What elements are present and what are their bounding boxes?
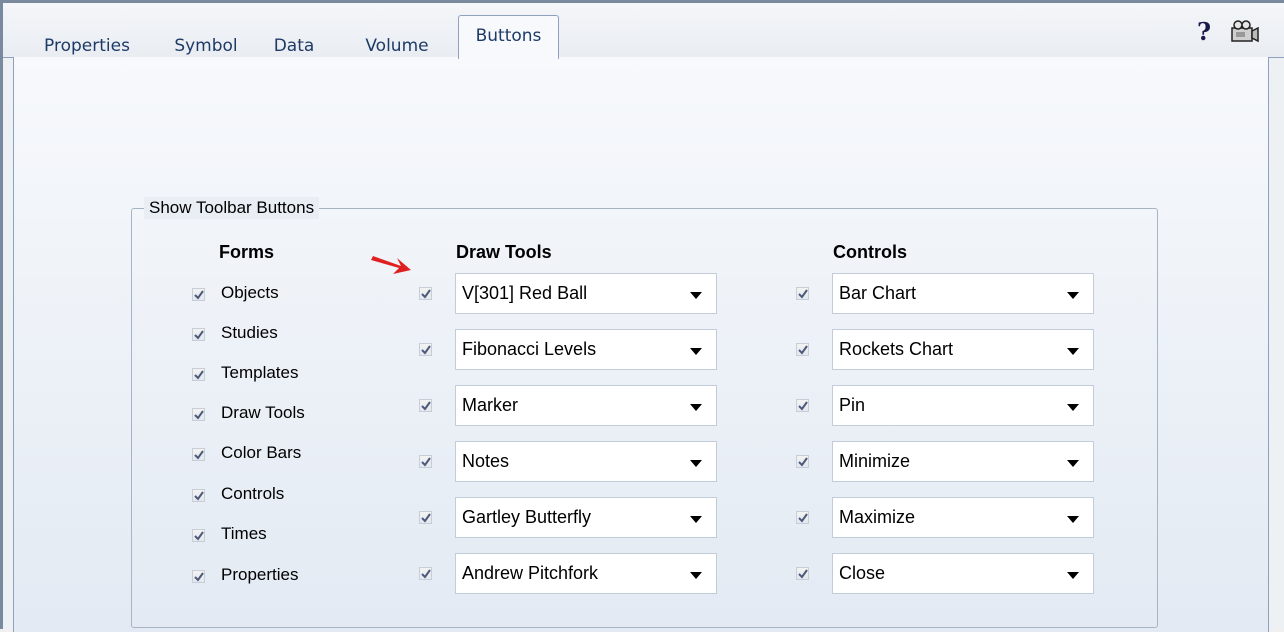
control-dropdown-value: Minimize	[839, 451, 911, 471]
draw-tool-dropdown[interactable]: Andrew Pitchfork	[455, 553, 717, 594]
forms-checkbox[interactable]	[192, 529, 205, 542]
forms-item-label: Studies	[221, 323, 278, 342]
draw-tool-dropdown-value: Gartley Butterfly	[462, 507, 592, 527]
draw-tool-checkbox[interactable]	[419, 399, 432, 412]
tab-buttons[interactable]: Buttons	[458, 15, 559, 59]
forms-checkbox[interactable]	[192, 328, 205, 341]
draw-tool-dropdown[interactable]: V[301] Red Ball	[455, 273, 717, 314]
control-checkbox[interactable]	[796, 399, 809, 412]
draw-tool-checkbox[interactable]	[419, 455, 432, 468]
dropdown-arrow-icon[interactable]	[690, 572, 702, 579]
forms-header: Forms	[219, 242, 275, 262]
forms-checkbox[interactable]	[192, 408, 205, 421]
forms-item-label: Templates	[221, 363, 299, 382]
forms-checkbox[interactable]	[192, 489, 205, 502]
properties-window: Properties Symbol Data Volume Buttons ? …	[0, 0, 1284, 632]
dropdown-arrow-icon[interactable]	[690, 292, 702, 299]
draw-tool-dropdown[interactable]: Fibonacci Levels	[455, 329, 717, 370]
forms-checkbox[interactable]	[192, 448, 205, 461]
draw-tool-checkbox[interactable]	[419, 511, 432, 524]
control-dropdown[interactable]: Pin	[832, 385, 1094, 426]
forms-item-label: Draw Tools	[221, 403, 305, 422]
control-dropdown-value: Close	[839, 563, 886, 583]
dropdown-arrow-icon[interactable]	[1067, 460, 1079, 467]
draw-tool-dropdown-value: Fibonacci Levels	[462, 339, 597, 359]
control-dropdown[interactable]: Minimize	[832, 441, 1094, 482]
control-dropdown-value: Rockets Chart	[839, 339, 954, 359]
controls-header: Controls	[833, 242, 907, 262]
forms-item-label: Color Bars	[221, 443, 302, 462]
draw-tool-dropdown-value: Marker	[462, 395, 519, 415]
tab-properties[interactable]: Properties	[22, 21, 152, 57]
control-checkbox[interactable]	[796, 287, 809, 300]
dropdown-arrow-icon[interactable]	[1067, 348, 1079, 355]
control-dropdown[interactable]: Close	[832, 553, 1094, 594]
tab-data[interactable]: Data	[268, 21, 320, 57]
control-checkbox[interactable]	[796, 455, 809, 468]
dropdown-arrow-icon[interactable]	[1067, 516, 1079, 523]
draw-tools-header: Draw Tools	[456, 242, 552, 262]
draw-tool-dropdown[interactable]: Gartley Butterfly	[455, 497, 717, 538]
draw-tool-checkbox[interactable]	[419, 287, 432, 300]
forms-item-label: Objects	[221, 283, 279, 302]
dropdown-arrow-icon[interactable]	[690, 404, 702, 411]
dropdown-arrow-icon[interactable]	[1067, 292, 1079, 299]
draw-tool-checkbox[interactable]	[419, 567, 432, 580]
camera-icon[interactable]	[1230, 19, 1260, 50]
draw-tool-dropdown-value: Andrew Pitchfork	[462, 563, 599, 583]
draw-tool-dropdown[interactable]: Marker	[455, 385, 717, 426]
dropdown-arrow-icon[interactable]	[1067, 572, 1079, 579]
forms-checkbox[interactable]	[192, 368, 205, 381]
control-dropdown-value: Bar Chart	[839, 283, 917, 303]
draw-tool-checkbox[interactable]	[419, 343, 432, 356]
tab-symbol[interactable]: Symbol	[163, 21, 249, 57]
help-icon[interactable]: ?	[1197, 17, 1211, 46]
control-dropdown[interactable]: Bar Chart	[832, 273, 1094, 314]
forms-checkbox[interactable]	[192, 288, 205, 301]
draw-tool-dropdown[interactable]: Notes	[455, 441, 717, 482]
forms-checkbox[interactable]	[192, 570, 205, 583]
group-title: Show Toolbar Buttons	[144, 197, 320, 219]
control-checkbox[interactable]	[796, 511, 809, 524]
dropdown-arrow-icon[interactable]	[690, 516, 702, 523]
draw-tool-dropdown-value: Notes	[462, 451, 510, 471]
dropdown-arrow-icon[interactable]	[690, 348, 702, 355]
control-dropdown-value: Maximize	[839, 507, 916, 527]
control-dropdown-value: Pin	[839, 395, 866, 415]
forms-item-label: Times	[221, 524, 267, 543]
control-dropdown[interactable]: Maximize	[832, 497, 1094, 538]
draw-tool-dropdown-value: V[301] Red Ball	[462, 283, 588, 303]
control-checkbox[interactable]	[796, 343, 809, 356]
forms-item-label: Controls	[221, 484, 285, 503]
tab-strip: Properties Symbol Data Volume Buttons ?	[3, 3, 1284, 59]
forms-item-label: Properties	[221, 565, 299, 584]
control-dropdown[interactable]: Rockets Chart	[832, 329, 1094, 370]
control-checkbox[interactable]	[796, 567, 809, 580]
red-arrow-annotation	[371, 256, 411, 274]
tab-volume[interactable]: Volume	[349, 21, 445, 57]
dropdown-arrow-icon[interactable]	[690, 460, 702, 467]
dropdown-arrow-icon[interactable]	[1067, 404, 1079, 411]
